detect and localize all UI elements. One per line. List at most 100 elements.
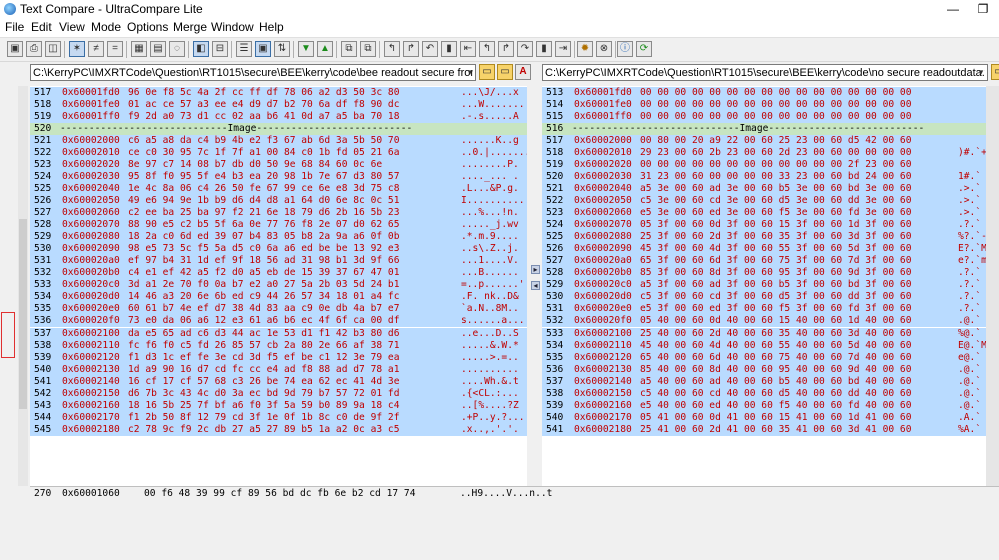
hex-row[interactable]: 545 0x60002180 c2 78 9c f9 2c db 27 a5 27 … bbox=[30, 423, 527, 436]
hex-row[interactable]: 517 0x60002000 00 80 00 20 a9 22 00 60 25 … bbox=[542, 134, 986, 147]
copy-left-icon[interactable]: ⧉ bbox=[341, 41, 357, 57]
hex-row[interactable]: 519 0x60002020 00 00 00 00 00 00 00 00 00 … bbox=[542, 158, 986, 171]
hex-row[interactable]: 537 0x60002140 a5 40 00 60 ad 40 00 60 b5 … bbox=[542, 375, 986, 388]
open-folder-icon[interactable]: ▭ bbox=[991, 64, 999, 80]
list-view-icon[interactable]: ☰ bbox=[236, 41, 252, 57]
save-left-icon[interactable]: ▮ bbox=[441, 41, 457, 57]
hex-row[interactable]: 524 0x60002070 05 3f 00 60 0d 3f 00 60 15 … bbox=[542, 219, 986, 232]
hex-row[interactable]: 528 0x600020b0 85 3f 00 60 8d 3f 00 60 95 … bbox=[542, 267, 986, 280]
merge-all-right-icon[interactable]: ↱ bbox=[498, 41, 514, 57]
merge-all-left-icon[interactable]: ↰ bbox=[479, 41, 495, 57]
hex-row[interactable]: 518 0x60002010 29 23 00 60 2b 23 00 60 2d … bbox=[542, 146, 986, 159]
hex-row[interactable]: 532 0x600020f0 05 40 00 60 0d 40 00 60 15 … bbox=[542, 315, 986, 328]
hex-row[interactable]: 539 0x60002120 f1 d3 1c ef fe 3e cd 3d f5 … bbox=[30, 351, 527, 364]
menu-window[interactable]: Window bbox=[211, 20, 254, 34]
restore-button[interactable]: ❐ bbox=[968, 0, 998, 19]
hex-row[interactable]: 530 0x60002090 98 e5 73 5c f5 5a d5 c0 6a … bbox=[30, 243, 527, 256]
tools-icon[interactable]: ✹ bbox=[577, 41, 593, 57]
hex-row[interactable]: 536 0x60002130 85 40 00 60 8d 40 00 60 95 … bbox=[542, 363, 986, 376]
hex-row[interactable]: 541 0x60002180 25 41 00 60 2d 41 00 60 35 … bbox=[542, 423, 986, 436]
right-scroll-thumb[interactable] bbox=[988, 86, 997, 484]
hex-row[interactable]: 513 0x60001fd0 00 00 00 00 00 00 00 00 00 … bbox=[542, 86, 986, 99]
left-compare-pane[interactable]: 517 0x60001fd0 96 0e f8 5c 4a 2f cc ff df … bbox=[30, 86, 527, 486]
minimize-button[interactable]: — bbox=[938, 0, 968, 19]
hex-row[interactable]: 541 0x60002140 16 cf 17 cf 57 68 c3 26 be … bbox=[30, 375, 527, 388]
hex-row[interactable]: 540 0x60002130 1d a9 90 16 d7 cd fc cc e4 … bbox=[30, 363, 527, 376]
hex-row[interactable]: 523 0x60002060 e5 3e 00 60 ed 3e 00 60 f5 … bbox=[542, 207, 986, 220]
save-icon[interactable]: ▣ bbox=[7, 41, 23, 57]
hex-row[interactable]: 522 0x60002010 ce c0 30 95 7c 1f 7f a1 00 … bbox=[30, 146, 527, 159]
left-scroll-thumb[interactable] bbox=[19, 219, 27, 409]
print-preview-icon[interactable]: ◫ bbox=[45, 41, 61, 57]
save-right-icon[interactable]: ▮ bbox=[536, 41, 552, 57]
menu-merge[interactable]: Merge bbox=[173, 20, 207, 34]
hex-row[interactable]: 524 0x60002030 95 8f f0 95 5f e4 b3 ea 20 … bbox=[30, 170, 527, 183]
first-difference-icon[interactable]: ⇤ bbox=[460, 41, 476, 57]
hex-row[interactable]: 531 0x600020a0 ef 97 b4 31 1d ef 9f 18 56 … bbox=[30, 255, 527, 268]
hex-row[interactable]: 539 0x60002160 e5 40 00 60 ed 40 00 60 f5 … bbox=[542, 399, 986, 412]
copy-right-icon[interactable]: ⧉ bbox=[360, 41, 376, 57]
browse-folder-icon[interactable]: ▭ bbox=[497, 64, 513, 80]
binary-view-icon[interactable]: ▦ bbox=[131, 41, 147, 57]
right-compare-pane[interactable]: 513 0x60001fd0 00 00 00 00 00 00 00 00 00 … bbox=[542, 86, 986, 486]
open-folder-icon[interactable]: ▭ bbox=[479, 64, 495, 80]
menu-options[interactable]: Options bbox=[127, 20, 168, 34]
hex-row[interactable]: 529 0x600020c0 a5 3f 00 60 ad 3f 00 60 b5 … bbox=[542, 279, 986, 292]
right-vertical-scrollbar[interactable] bbox=[986, 86, 999, 486]
over-under-icon[interactable]: ⊟ bbox=[212, 41, 228, 57]
font-icon[interactable]: A bbox=[515, 64, 531, 80]
last-difference-icon[interactable]: ⇥ bbox=[555, 41, 571, 57]
hex-row[interactable]: 514 0x60001fe0 00 00 00 00 00 00 00 00 00 … bbox=[542, 98, 986, 111]
stop-icon[interactable]: ⊗ bbox=[596, 41, 612, 57]
right-path-field[interactable] bbox=[542, 64, 988, 81]
hex-row[interactable]: 531 0x600020e0 e5 3f 00 60 ed 3f 00 60 f5 … bbox=[542, 303, 986, 316]
info-icon[interactable]: ⓘ bbox=[617, 41, 633, 57]
hex-row[interactable]: 523 0x60002020 8e 97 c7 14 08 b7 db d0 50 … bbox=[30, 158, 527, 171]
overview-marker[interactable] bbox=[1, 312, 15, 358]
menu-help[interactable]: Help bbox=[259, 20, 284, 34]
hex-row[interactable]: 544 0x60002170 f1 2b 50 8f 12 79 cd 3f 1e … bbox=[30, 411, 527, 424]
redo-icon[interactable]: ↷ bbox=[517, 41, 533, 57]
hex-row[interactable]: 543 0x60002160 18 16 5b 25 7f bf a6 f0 3f … bbox=[30, 399, 527, 412]
side-by-side-icon[interactable]: ◧ bbox=[193, 41, 209, 57]
previous-difference-icon[interactable]: ▲ bbox=[317, 41, 333, 57]
undo-icon[interactable]: ↶ bbox=[422, 41, 438, 57]
hex-row[interactable]: 538 0x60002150 c5 40 00 60 cd 40 00 60 d5 … bbox=[542, 387, 986, 400]
image-separator-row[interactable]: 520 -----------------------------Image---… bbox=[30, 122, 527, 135]
merge-right-icon[interactable]: ↱ bbox=[403, 41, 419, 57]
next-difference-icon[interactable]: ▼ bbox=[298, 41, 314, 57]
menu-file[interactable]: File bbox=[5, 20, 24, 34]
hex-row[interactable]: 540 0x60002170 05 41 00 60 0d 41 00 60 15 … bbox=[542, 411, 986, 424]
hex-row[interactable]: 518 0x60001fe0 01 ac ce 57 a3 ee e4 d9 d7 … bbox=[30, 98, 527, 111]
hex-row[interactable]: 535 0x600020e0 60 61 b7 4e ef d7 38 4d 83 … bbox=[30, 303, 527, 316]
hex-row[interactable]: 521 0x60002040 a5 3e 00 60 ad 3e 00 60 b5 … bbox=[542, 182, 986, 195]
menu-edit[interactable]: Edit bbox=[31, 20, 52, 34]
sync-icon[interactable]: ▣ bbox=[255, 41, 271, 57]
hex-row[interactable]: 522 0x60002050 c5 3e 00 60 cd 3e 00 60 d5 … bbox=[542, 194, 986, 207]
hex-row[interactable]: 525 0x60002080 25 3f 00 60 2d 3f 00 60 35 … bbox=[542, 231, 986, 244]
swap-panes-icon[interactable]: ⇅ bbox=[274, 41, 290, 57]
hex-row[interactable]: 521 0x60002000 c6 a5 a8 da c4 b9 4b e2 f3 … bbox=[30, 134, 527, 147]
left-path-dropdown[interactable]: ▾ bbox=[464, 64, 476, 81]
hex-row[interactable]: 536 0x600020f0 73 e0 da 06 a6 12 e3 61 a6 … bbox=[30, 315, 527, 328]
refresh-icon[interactable]: ⟳ bbox=[636, 41, 652, 57]
hex-row[interactable]: 526 0x60002090 45 3f 00 60 4d 3f 00 60 55 … bbox=[542, 243, 986, 256]
image-separator-row[interactable]: 516 -----------------------------Image---… bbox=[542, 122, 986, 135]
ignore-options-icon[interactable]: ◌ bbox=[169, 41, 185, 57]
hex-row[interactable]: 525 0x60002040 1e 4c 8a 06 c4 26 50 fe 67 … bbox=[30, 182, 527, 195]
hex-row[interactable]: 530 0x600020d0 c5 3f 00 60 cd 3f 00 60 d5 … bbox=[542, 291, 986, 304]
show-matches-icon[interactable]: = bbox=[107, 41, 123, 57]
hex-row[interactable]: 534 0x600020d0 14 46 a3 20 6e 6b ed c9 44 … bbox=[30, 291, 527, 304]
hex-row[interactable]: 533 0x600020c0 3d a1 2e 70 f0 0a b7 e2 a0 … bbox=[30, 279, 527, 292]
hex-row[interactable]: 535 0x60002120 65 40 00 60 6d 40 00 60 75 … bbox=[542, 351, 986, 364]
right-path-dropdown[interactable]: ▾ bbox=[975, 64, 987, 81]
copy-to-right-icon[interactable]: ▸ bbox=[531, 265, 540, 274]
print-icon[interactable]: ⎙ bbox=[26, 41, 42, 57]
hex-row[interactable]: 537 0x60002100 da e5 65 ad c6 d3 44 ac 1e … bbox=[30, 327, 527, 340]
hex-row[interactable]: 542 0x60002150 d6 7b 3c 43 4c d0 3a ec bd … bbox=[30, 387, 527, 400]
hex-row[interactable]: 519 0x60001ff0 f9 2d a0 73 d1 cc 02 aa b6 … bbox=[30, 110, 527, 123]
left-path-field[interactable] bbox=[30, 64, 476, 81]
menu-mode[interactable]: Mode bbox=[91, 20, 121, 34]
hex-row[interactable]: 533 0x60002100 25 40 00 60 2d 40 00 60 35 … bbox=[542, 327, 986, 340]
hex-row[interactable]: 529 0x60002080 18 2a c0 6d ed 39 07 b4 83 … bbox=[30, 231, 527, 244]
